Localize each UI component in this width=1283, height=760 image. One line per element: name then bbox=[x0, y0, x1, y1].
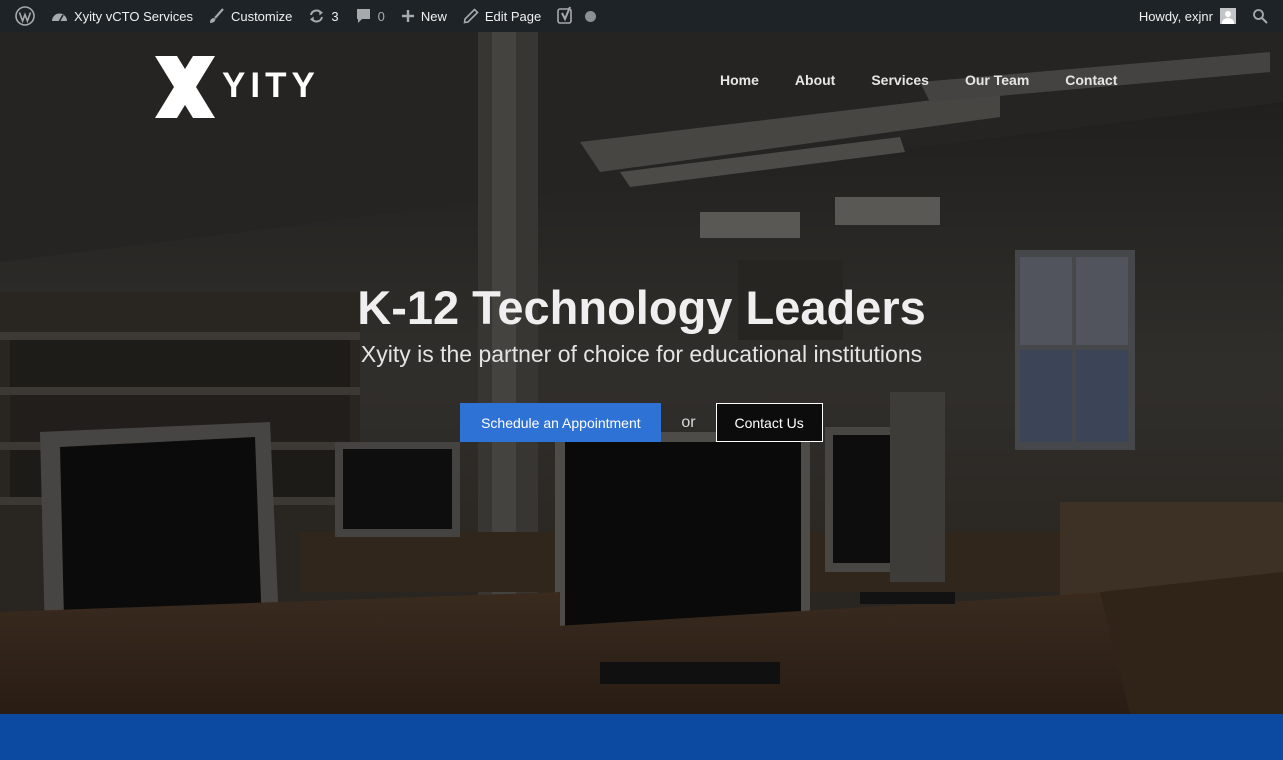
next-section-band bbox=[0, 714, 1283, 760]
cta-row: Schedule an Appointment or Contact Us bbox=[0, 403, 1283, 442]
hero-subtitle: Xyity is the partner of choice for educa… bbox=[360, 341, 923, 367]
new-content-menu[interactable]: New bbox=[393, 0, 455, 32]
nav-home[interactable]: Home bbox=[702, 70, 777, 90]
hero-title: K-12 Technology Leaders bbox=[357, 281, 926, 334]
site-name-menu[interactable]: Xyity vCTO Services bbox=[43, 0, 201, 32]
edit-page-label: Edit Page bbox=[484, 8, 542, 24]
site-logo[interactable]: YITY bbox=[155, 56, 340, 120]
avatar bbox=[1220, 8, 1236, 24]
logo-wordmark: YITY bbox=[222, 66, 320, 105]
main-navigation: Home About Services Our Team Contact bbox=[702, 70, 1135, 90]
comments-count: 0 bbox=[377, 8, 385, 24]
plus-icon bbox=[401, 9, 415, 23]
new-label: New bbox=[420, 8, 447, 24]
account-menu[interactable]: Howdy, exjnr bbox=[1131, 0, 1244, 32]
comments-link[interactable]: 0 bbox=[347, 0, 393, 32]
pencil-icon bbox=[463, 8, 479, 24]
nav-our-team[interactable]: Our Team bbox=[947, 70, 1047, 90]
comment-icon bbox=[355, 8, 372, 24]
customize-label: Customize bbox=[230, 8, 293, 24]
nav-contact[interactable]: Contact bbox=[1047, 70, 1135, 90]
admin-search[interactable] bbox=[1244, 0, 1276, 32]
site-name: Xyity vCTO Services bbox=[74, 8, 193, 24]
nav-about[interactable]: About bbox=[777, 70, 853, 90]
search-icon bbox=[1252, 8, 1268, 24]
hero-section: YITY Home About Services Our Team Contac… bbox=[0, 32, 1283, 714]
brush-icon bbox=[209, 8, 225, 24]
yoast-menu[interactable] bbox=[549, 0, 604, 32]
greeting: Howdy, exjnr bbox=[1138, 8, 1213, 24]
yoast-icon bbox=[557, 6, 575, 26]
status-dot-icon bbox=[585, 10, 597, 22]
customize-link[interactable]: Customize bbox=[201, 0, 300, 32]
updates-link[interactable]: 3 bbox=[300, 0, 346, 32]
admin-bar: Xyity vCTO Services Customize 3 0 New Ed… bbox=[0, 0, 1283, 32]
dashboard-icon bbox=[51, 9, 68, 23]
nav-services[interactable]: Services bbox=[853, 70, 947, 90]
wordpress-menu[interactable] bbox=[7, 0, 43, 32]
updates-count: 3 bbox=[331, 8, 339, 24]
or-separator: or bbox=[681, 413, 696, 431]
updates-icon bbox=[308, 8, 325, 24]
edit-page-link[interactable]: Edit Page bbox=[455, 0, 549, 32]
contact-us-button[interactable]: Contact Us bbox=[715, 403, 823, 442]
hero-overlay bbox=[0, 32, 1283, 714]
admin-bar-secondary: Howdy, exjnr bbox=[1131, 0, 1276, 32]
wordpress-icon bbox=[15, 6, 35, 26]
schedule-appointment-button[interactable]: Schedule an Appointment bbox=[460, 403, 662, 442]
